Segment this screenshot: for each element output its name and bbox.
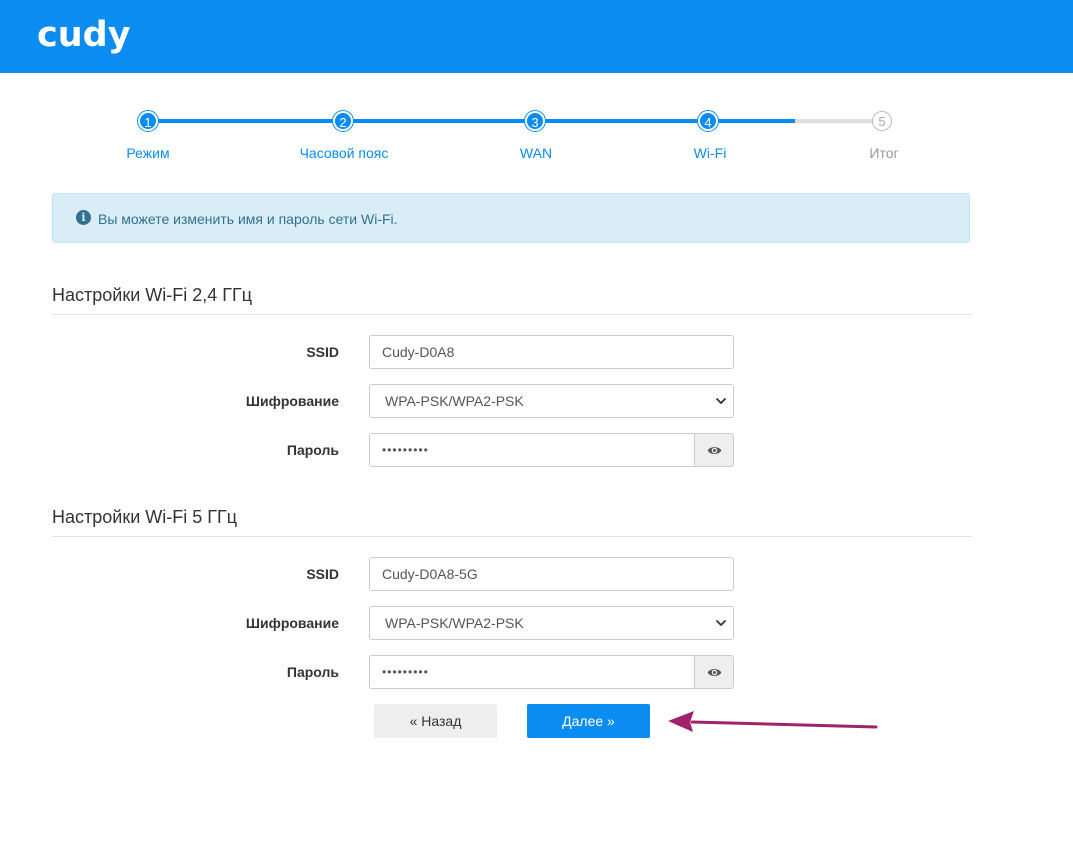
top-bar: cudy	[0, 0, 1073, 73]
wifi-24-password-input[interactable]	[369, 433, 695, 467]
wifi-5-divider	[52, 536, 972, 537]
wifi-5-encryption-select[interactable]: WPA-PSK/WPA2-PSK	[369, 606, 734, 640]
wifi-5-encryption-label: Шифрование	[245, 615, 339, 631]
step-1-circle: 1	[138, 111, 158, 131]
info-alert-text: Вы можете изменить имя и пароль сети Wi-…	[98, 211, 398, 227]
wifi-24-password-label: Пароль	[286, 442, 339, 458]
step-5-circle: 5	[872, 111, 892, 131]
wifi-24-encryption-select[interactable]: WPA-PSK/WPA2-PSK	[369, 384, 734, 418]
wifi-5-encryption-value: WPA-PSK/WPA2-PSK	[385, 615, 524, 631]
wifi-24-encryption-value: WPA-PSK/WPA2-PSK	[385, 393, 524, 409]
wifi-24-show-password-button[interactable]	[694, 433, 734, 467]
step-3-label: WAN	[519, 145, 553, 161]
eye-icon	[707, 447, 722, 454]
chevron-down-icon	[716, 398, 726, 404]
step-2-label: Часовой пояс	[299, 145, 389, 161]
wifi-24-ssid-input[interactable]	[369, 335, 734, 369]
step-1-label: Режим	[126, 145, 170, 161]
wifi-5-ssid-label: SSID	[306, 566, 339, 582]
eye-icon	[707, 669, 722, 676]
step-4-circle: 4	[698, 111, 718, 131]
chevron-down-icon	[716, 620, 726, 626]
next-button[interactable]: Далее »	[527, 704, 650, 738]
annotation-arrow-icon	[668, 711, 878, 732]
wifi-5-password-input[interactable]	[369, 655, 695, 689]
step-4-label: Wi-Fi	[693, 145, 727, 161]
back-button[interactable]: « Назад	[374, 704, 497, 738]
stepper-progress-remaining	[795, 119, 883, 123]
wifi-5-ssid-input[interactable]	[369, 557, 734, 591]
step-3-circle: 3	[525, 111, 545, 131]
wifi-5-section-title: Настройки Wi-Fi 5 ГГц	[52, 507, 238, 527]
info-alert: i Вы можете изменить имя и пароль сети W…	[52, 193, 970, 243]
info-icon: i	[76, 210, 91, 225]
wifi-5-show-password-button[interactable]	[694, 655, 734, 689]
wifi-5-password-label: Пароль	[286, 664, 339, 680]
wifi-24-encryption-label: Шифрование	[245, 393, 339, 409]
wifi-24-section-title: Настройки Wi-Fi 2,4 ГГц	[52, 285, 253, 305]
step-2-circle: 2	[333, 111, 353, 131]
step-5-label: Итог	[869, 145, 899, 161]
cudy-logo[interactable]: cudy	[37, 10, 131, 60]
wifi-24-divider	[52, 314, 972, 315]
wifi-24-ssid-label: SSID	[306, 344, 339, 360]
